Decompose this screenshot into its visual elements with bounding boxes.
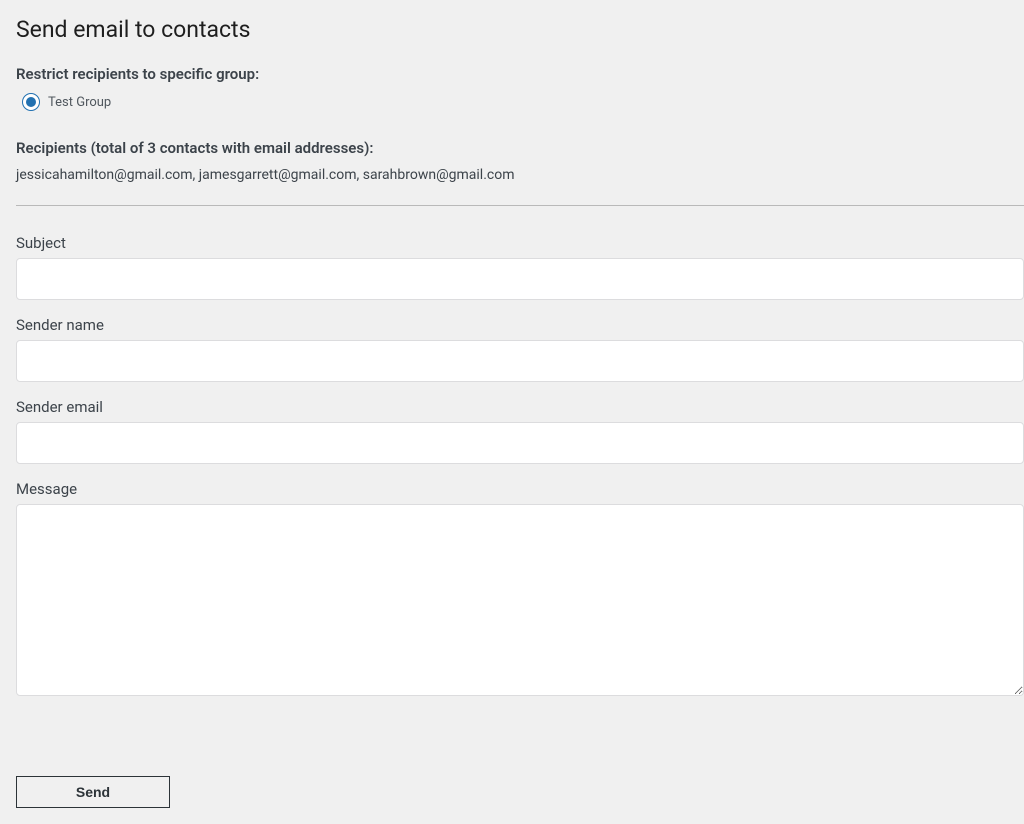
send-button[interactable]: Send: [16, 776, 170, 808]
divider: [16, 205, 1024, 206]
group-option-row[interactable]: Test Group: [22, 93, 1024, 111]
message-input[interactable]: [16, 504, 1024, 696]
recipients-label: Recipients (total of 3 contacts with ema…: [16, 139, 1024, 157]
sender-name-label: Sender name: [16, 316, 1024, 334]
subject-input[interactable]: [16, 258, 1024, 300]
recipients-list: jessicahamilton@gmail.com, jamesgarrett@…: [16, 167, 1024, 183]
sender-email-input[interactable]: [16, 422, 1024, 464]
page-title: Send email to contacts: [16, 16, 1024, 43]
restrict-recipients-label: Restrict recipients to specific group:: [16, 65, 1024, 83]
radio-inner-icon: [26, 97, 36, 107]
sender-email-label: Sender email: [16, 398, 1024, 416]
message-label: Message: [16, 480, 1024, 498]
radio-icon[interactable]: [22, 93, 40, 111]
group-option-label: Test Group: [48, 95, 111, 110]
subject-label: Subject: [16, 234, 1024, 252]
sender-name-input[interactable]: [16, 340, 1024, 382]
